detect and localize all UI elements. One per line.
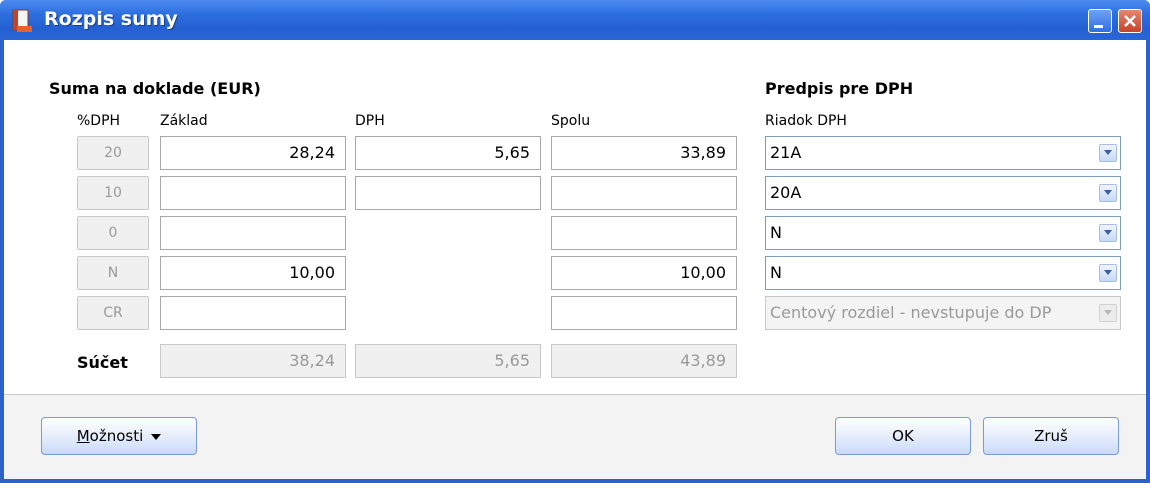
header-pct-dph: %DPH <box>77 113 121 129</box>
sum-spolu-field: 43,89 <box>551 344 737 378</box>
zaklad-0-field[interactable] <box>160 216 346 250</box>
spolu-0-field[interactable] <box>551 216 737 250</box>
sum-zaklad-field: 38,24 <box>160 344 346 378</box>
close-icon <box>1124 15 1136 27</box>
header-riadok-dph: Riadok DPH <box>765 113 847 129</box>
window-title: Rozpis sumy <box>44 8 178 30</box>
header-dph: DPH <box>355 113 385 129</box>
chevron-down-icon[interactable] <box>1099 144 1117 162</box>
riadok-dph-select-1[interactable]: 21A <box>765 136 1121 170</box>
close-button[interactable] <box>1118 9 1142 33</box>
riadok-dph-select-2[interactable]: 20A <box>765 176 1121 210</box>
spolu-cr-field[interactable] <box>551 296 737 330</box>
document-icon <box>12 9 32 32</box>
chevron-down-icon <box>1099 304 1117 322</box>
spolu-10-field[interactable] <box>551 176 737 210</box>
riadok-dph-select-3[interactable]: N <box>765 216 1121 250</box>
ok-button[interactable]: OK <box>835 417 971 455</box>
select-value: N <box>770 223 782 242</box>
zaklad-cr-field[interactable] <box>160 296 346 330</box>
options-label: ožnosti <box>89 427 144 445</box>
rate-20-label: 20 <box>77 136 149 170</box>
rate-0-label: 0 <box>77 216 149 250</box>
options-button[interactable]: Možnosti <box>41 417 197 455</box>
zaklad-20-field[interactable]: 28,24 <box>160 136 346 170</box>
zaklad-10-field[interactable] <box>160 176 346 210</box>
select-value: 21A <box>770 143 802 162</box>
suma-section-title: Suma na doklade (EUR) <box>49 79 261 98</box>
chevron-down-icon[interactable] <box>1099 224 1117 242</box>
select-value: 20A <box>770 183 802 202</box>
caret-down-icon <box>151 433 162 440</box>
header-spolu: Spolu <box>551 113 591 129</box>
chevron-down-icon[interactable] <box>1099 264 1117 282</box>
chevron-down-icon[interactable] <box>1099 184 1117 202</box>
predpis-section-title: Predpis pre DPH <box>765 79 914 98</box>
riadok-dph-select-5: Centový rozdiel - nevstupuje do DP <box>765 296 1121 330</box>
rate-cr-label: CR <box>77 296 149 330</box>
spolu-n-field[interactable]: 10,00 <box>551 256 737 290</box>
rate-n-label: N <box>77 256 149 290</box>
dialog-window: Rozpis sumy Suma na doklade (EUR) %DPH Z… <box>0 0 1150 483</box>
dph-20-field[interactable]: 5,65 <box>355 136 541 170</box>
dph-10-field[interactable] <box>355 176 541 210</box>
minimize-button[interactable] <box>1088 9 1112 33</box>
sum-label: Súčet <box>77 353 128 372</box>
select-value: N <box>770 263 782 282</box>
zaklad-n-field[interactable]: 10,00 <box>160 256 346 290</box>
dialog-body: Suma na doklade (EUR) %DPH Základ DPH Sp… <box>4 40 1146 479</box>
header-zaklad: Základ <box>160 113 208 129</box>
button-bar: Možnosti OK Zruš <box>4 394 1146 479</box>
cancel-button[interactable]: Zruš <box>983 417 1119 455</box>
sum-dph-field: 5,65 <box>355 344 541 378</box>
title-bar[interactable]: Rozpis sumy <box>0 0 1150 40</box>
rate-10-label: 10 <box>77 176 149 210</box>
options-mnemonic: M <box>76 427 90 445</box>
select-value: Centový rozdiel - nevstupuje do DP <box>770 303 1052 322</box>
spolu-20-field[interactable]: 33,89 <box>551 136 737 170</box>
riadok-dph-select-4[interactable]: N <box>765 256 1121 290</box>
